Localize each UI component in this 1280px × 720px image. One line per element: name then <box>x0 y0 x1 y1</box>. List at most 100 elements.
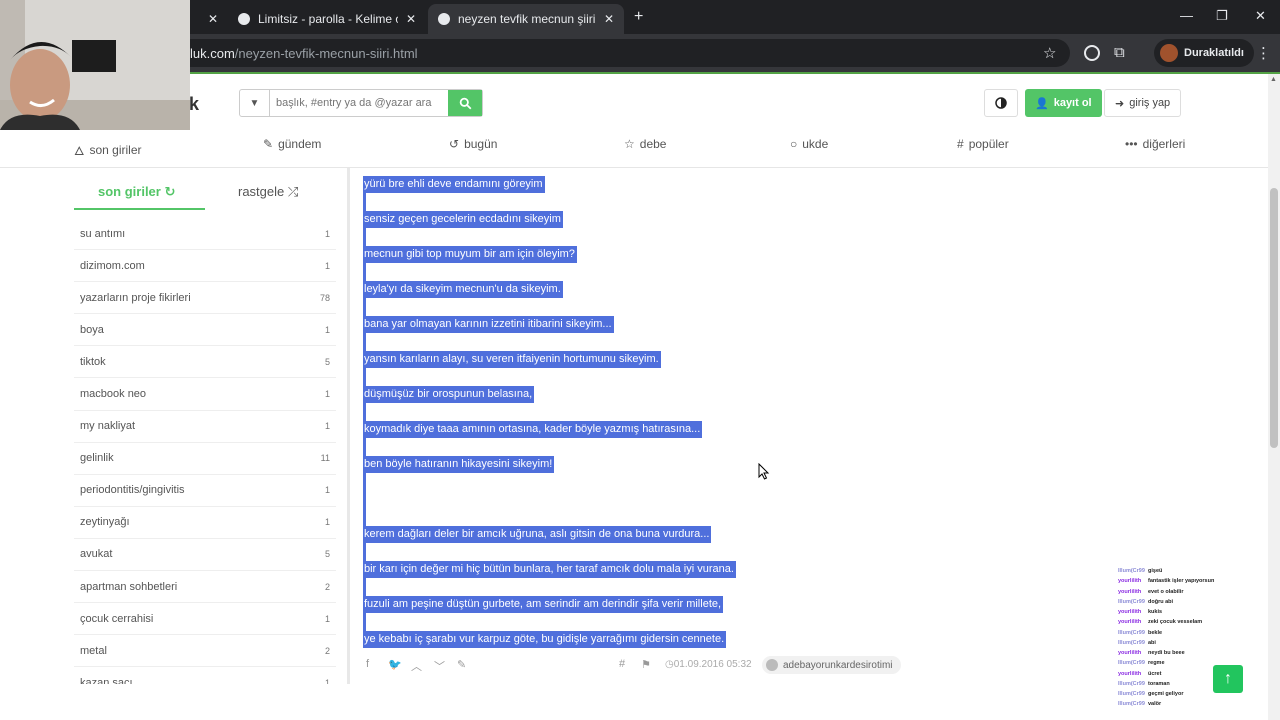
browser-tab-2[interactable]: Limitsiz - parolla - Kelime oyunu ✕ <box>228 4 426 34</box>
favorite-icon[interactable]: ✎ <box>457 658 466 671</box>
new-tab-button[interactable]: + <box>634 8 643 26</box>
sidebar-item[interactable]: metal 2 <box>74 635 336 668</box>
sidebar-item[interactable]: apartman sohbetleri 2 <box>74 571 336 604</box>
upvote-icon[interactable]: ︿ <box>411 658 422 674</box>
scrollbar-thumb[interactable] <box>1270 188 1278 448</box>
nav-digerleri[interactable]: ••• diğerleri <box>1125 137 1185 151</box>
tab-rastgele[interactable]: rastgele ⤮ <box>238 184 298 200</box>
entry-author[interactable]: adebayorunkardesirotimi <box>762 656 901 674</box>
site-logo[interactable]: k <box>189 94 199 115</box>
url-field[interactable]: luk.com/neyzen-tevfik-mecnun-siiri.html <box>150 39 1070 67</box>
search-box: ▼ <box>239 89 483 117</box>
twitter-icon[interactable]: 🐦 <box>388 658 402 671</box>
search-input[interactable] <box>270 90 448 116</box>
nav-bugun[interactable]: ↺ bugün <box>449 137 497 151</box>
sidebar-item[interactable]: gelinlik 11 <box>74 443 336 475</box>
minimize-icon[interactable]: — <box>1180 8 1193 23</box>
selection-gap <box>363 613 366 631</box>
close-icon[interactable]: ✕ <box>406 12 416 26</box>
chat-message: yourlilith evet o olabilir <box>1118 587 1238 597</box>
sidebar: son giriler ↻ rastgele ⤮ su antımı 1 dizim… <box>0 168 350 684</box>
extension-icon[interactable] <box>1084 45 1100 61</box>
nav-ukde[interactable]: ○ ukde <box>790 137 828 151</box>
puzzle-icon[interactable]: ⧉ <box>1114 44 1125 61</box>
sidebar-item-label: apartman sohbetleri <box>80 580 178 593</box>
refresh-icon[interactable]: ↻ <box>164 184 175 199</box>
dots-icon: ••• <box>1125 137 1138 151</box>
nav-debe[interactable]: ☆ debe <box>624 137 666 151</box>
sidebar-item[interactable]: periodontitis/gingivitis 1 <box>74 475 336 507</box>
sidebar-item[interactable]: zeytinyağı 1 <box>74 507 336 539</box>
sidebar-item[interactable]: dizimom.com 1 <box>74 250 336 283</box>
sidebar-item[interactable]: kazan sacı 1 <box>74 667 336 684</box>
window-close-icon[interactable]: ✕ <box>1255 8 1266 24</box>
nav-son-giriler[interactable]: 🜂 son giriler <box>74 137 142 162</box>
sidebar-item-label: tiktok <box>80 355 106 368</box>
avatar <box>1160 44 1178 62</box>
scroll-up-icon[interactable]: ▲ <box>1270 76 1277 83</box>
sidebar-item[interactable]: çocuk cerrahisi 1 <box>74 603 336 636</box>
sidebar-item[interactable]: my nakliyat 1 <box>74 411 336 443</box>
sidebar-item-label: gelinlik <box>80 452 114 465</box>
browser-menu-icon[interactable]: ⋮ <box>1256 44 1271 62</box>
chat-text: kukis <box>1148 609 1163 615</box>
chat-text: abi <box>1148 639 1156 646</box>
sidebar-item[interactable]: tiktok 5 <box>74 346 336 379</box>
register-button[interactable]: 👤 kayıt ol <box>1025 89 1102 117</box>
chat-username: yourlilith <box>1118 670 1142 677</box>
downvote-icon[interactable]: ﹀ <box>434 658 445 674</box>
chat-message: Illum(Cr99 abi <box>1118 638 1238 648</box>
chat-username: Illum(Cr99 <box>1118 660 1145 667</box>
nav-label: popüler <box>968 137 1009 151</box>
webcam-person-image <box>0 0 190 130</box>
scroll-to-top-button[interactable]: ↑ <box>1213 665 1243 693</box>
chat-text: toraman <box>1148 680 1170 687</box>
sidebar-item[interactable]: su antımı 1 <box>74 218 336 251</box>
selection-gap <box>363 403 366 421</box>
nav-populer[interactable]: # popüler <box>957 137 1009 151</box>
selection-gap <box>363 473 366 526</box>
entry-line: bir karı için değer mi hiç bütün bunlara… <box>363 561 736 578</box>
tab-son-giriler[interactable]: son giriler ↻ <box>98 184 175 200</box>
chevron-down-icon[interactable]: ▼ <box>240 90 270 116</box>
sidebar-item[interactable]: avukat 5 <box>74 539 336 572</box>
bookmark-star-icon[interactable]: ☆ <box>1043 44 1056 62</box>
nav-gundem[interactable]: ✎ gündem <box>263 137 321 151</box>
sidebar-item-label: dizimom.com <box>80 259 145 272</box>
sidebar-item-count: 1 <box>324 324 330 335</box>
sidebar-item-count: 1 <box>324 677 330 684</box>
favicon-icon <box>238 13 250 25</box>
page-scrollbar[interactable]: ▲ <box>1268 74 1280 720</box>
facebook-icon[interactable]: f <box>366 658 369 670</box>
sidebar-item-label: su antımı <box>80 227 126 240</box>
close-icon[interactable]: ✕ <box>208 12 218 26</box>
entry-line: bana yar olmayan karının izzetini itibar… <box>363 316 614 333</box>
entry-line: ben böyle hatıranın hikayesini sikeyim! <box>363 456 555 473</box>
profile-button[interactable]: Duraklatıldı <box>1154 39 1254 67</box>
sidebar-item-label: periodontitis/gingivitis <box>80 484 185 497</box>
sidebar-item-count: 1 <box>324 517 330 528</box>
register-label: kayıt ol <box>1053 97 1092 109</box>
restore-icon[interactable]: ❐ <box>1216 8 1228 24</box>
chat-username: Illum(Cr99 <box>1118 680 1145 687</box>
flag-icon[interactable]: ⚑ <box>641 658 651 671</box>
theme-toggle-button[interactable] <box>984 89 1018 117</box>
sidebar-item-count: 78 <box>319 292 330 303</box>
sidebar-item[interactable]: boya 1 <box>74 314 336 347</box>
entry-date-text: 01.09.2016 05:32 <box>673 659 752 670</box>
sidebar-item-count: 1 <box>324 613 330 624</box>
chat-username: Illum(Cr99 <box>1118 701 1145 708</box>
sidebar-item[interactable]: macbook neo 1 <box>74 378 336 411</box>
rocket-icon: ✎ <box>263 137 274 151</box>
close-icon[interactable]: ✕ <box>604 12 614 26</box>
search-button[interactable] <box>448 90 482 116</box>
profile-label: Duraklatıldı <box>1184 47 1244 59</box>
hash-link-icon[interactable]: # <box>619 658 625 670</box>
sidebar-item[interactable]: yazarların proje fikirleri 78 <box>74 282 336 315</box>
browser-tab-active[interactable]: neyzen tevfik mecnun şiiri – Tib ✕ <box>428 4 624 34</box>
login-button[interactable]: ➜ giriş yap <box>1104 89 1182 117</box>
chat-text: valör <box>1148 701 1162 708</box>
sidebar-item-label: çocuk cerrahisi <box>80 612 154 625</box>
arrow-up-icon: ↑ <box>1224 670 1232 687</box>
entry-line: fuzuli am peşine düştün gurbete, am seri… <box>363 596 724 613</box>
